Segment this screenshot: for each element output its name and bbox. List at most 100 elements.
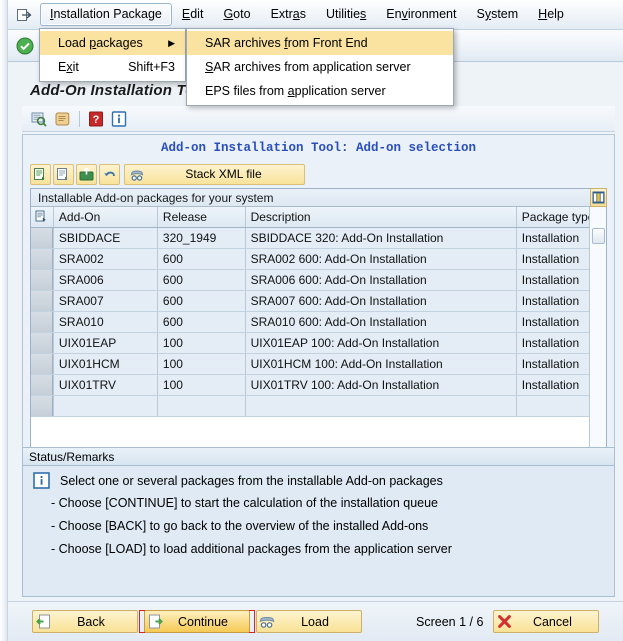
menu-extras[interactable]: Extras bbox=[261, 3, 316, 26]
column-header-addon[interactable]: Add-On bbox=[53, 207, 158, 228]
deselect-all-icon[interactable] bbox=[53, 163, 74, 185]
load-from-front-end-icon[interactable] bbox=[76, 163, 97, 185]
submenu-arrow-icon: ▶ bbox=[168, 37, 175, 48]
footer-button-bar: Back Continue Load Screen 1 / 6 Cancel bbox=[8, 601, 623, 641]
table-settings-icon[interactable] bbox=[590, 188, 607, 207]
screen-counter: Screen 1 / 6 bbox=[416, 614, 484, 629]
menu-system[interactable]: System bbox=[466, 3, 528, 26]
status-remarks-body: Select one or several packages from the … bbox=[23, 466, 614, 556]
status-remarks-panel: Status/Remarks Select one or several pac… bbox=[22, 447, 615, 597]
menu-label: nstallation Package bbox=[53, 7, 162, 21]
row-select-cell[interactable] bbox=[31, 353, 54, 375]
focus-bracket-left bbox=[139, 610, 145, 633]
table-row[interactable]: UIX01TRV 100 UIX01TRV 100: Add-On Installa… bbox=[31, 374, 606, 396]
menu-item-sar-app-server[interactable]: SAR archives from application server bbox=[187, 55, 453, 79]
cell-addon: UIX01HCM bbox=[53, 353, 158, 375]
cell-description: UIX01EAP 100: Add-On Installation bbox=[245, 332, 517, 354]
table-row[interactable]: SBIDDACE 320_1949 SBIDDACE 320: Add-On Ins… bbox=[31, 227, 606, 249]
cell-release: 600 bbox=[157, 311, 246, 333]
cell-addon: SRA002 bbox=[53, 248, 158, 270]
table-row[interactable]: SRA007 600 SRA007 600: Add-On Installation… bbox=[31, 290, 606, 312]
continue-label: Continue bbox=[177, 614, 229, 629]
page-title: Add-On Installation Tool bbox=[30, 82, 209, 99]
green-check-icon[interactable] bbox=[14, 35, 36, 57]
menu-installation-package[interactable]: Installation Package bbox=[40, 3, 172, 26]
cell-addon bbox=[53, 395, 158, 417]
cancel-label: Cancel bbox=[532, 614, 572, 629]
scroll-list-icon[interactable] bbox=[51, 108, 73, 130]
cell-description: UIX01TRV 100: Add-On Installation bbox=[245, 374, 517, 396]
load-label: Load bbox=[301, 614, 329, 629]
installation-package-menu: Load packages ▶ Exit Shift+F3 bbox=[39, 28, 186, 82]
grid-caption: Installable Add-on packages for your sys… bbox=[31, 189, 606, 207]
log-display-icon[interactable] bbox=[28, 108, 50, 130]
svg-text:?: ? bbox=[93, 114, 100, 126]
status-main-line: Select one or several packages from the … bbox=[23, 472, 614, 489]
row-select-cell[interactable] bbox=[31, 227, 54, 249]
undo-icon[interactable] bbox=[99, 163, 120, 185]
row-select-cell[interactable] bbox=[31, 290, 54, 312]
menu-item-eps-app-server[interactable]: EPS files from application server bbox=[187, 79, 453, 103]
table-row[interactable]: SRA006 600 SRA006 600: Add-On Installation… bbox=[31, 269, 606, 291]
help-red-icon[interactable]: ? bbox=[85, 108, 107, 130]
row-select-cell[interactable] bbox=[31, 269, 54, 291]
status-remarks-title: Status/Remarks bbox=[23, 448, 614, 466]
cell-addon: SRA010 bbox=[53, 311, 158, 333]
sap-gui-window: Installation Package Edit Goto Extras Ut… bbox=[0, 0, 623, 641]
cell-addon: UIX01TRV bbox=[53, 374, 158, 396]
menu-item-load-packages[interactable]: Load packages ▶ bbox=[40, 31, 185, 55]
stack-xml-file-button[interactable]: Stack XML file bbox=[124, 163, 305, 185]
column-header-description[interactable]: Description bbox=[245, 207, 517, 228]
cell-description: SRA007 600: Add-On Installation bbox=[245, 290, 517, 312]
addon-table: Add-On Release Description Package type … bbox=[31, 207, 606, 417]
stack-xml-icon bbox=[127, 167, 147, 182]
back-button[interactable]: Back bbox=[32, 610, 138, 633]
row-select-cell[interactable] bbox=[31, 311, 54, 333]
cancel-button[interactable]: Cancel bbox=[493, 610, 600, 633]
cell-addon: SBIDDACE bbox=[53, 227, 158, 249]
select-column-header[interactable] bbox=[31, 207, 54, 228]
cell-description: SRA010 600: Add-On Installation bbox=[245, 311, 517, 333]
focus-bracket-right bbox=[249, 610, 255, 633]
cell-release: 600 bbox=[157, 290, 246, 312]
back-page-icon bbox=[33, 614, 53, 629]
sap-system-menu-icon[interactable] bbox=[14, 4, 36, 26]
load-packages-submenu: SAR archives from Front End SAR archives… bbox=[186, 28, 454, 106]
table-row[interactable] bbox=[31, 395, 606, 417]
table-row[interactable]: SRA002 600 SRA002 600: Add-On Installation… bbox=[31, 248, 606, 270]
row-select-cell[interactable] bbox=[31, 332, 54, 354]
select-all-icon[interactable] bbox=[30, 163, 51, 185]
cell-description: SBIDDACE 320: Add-On Installation bbox=[245, 227, 517, 249]
info-blue-icon[interactable] bbox=[108, 108, 130, 130]
scrollbar-thumb[interactable] bbox=[592, 228, 605, 244]
cell-release: 100 bbox=[157, 374, 246, 396]
row-select-cell[interactable] bbox=[31, 374, 54, 396]
menu-utilities[interactable]: Utilities bbox=[316, 3, 376, 26]
menu-help[interactable]: Help bbox=[528, 3, 574, 26]
continue-button[interactable]: Continue bbox=[144, 610, 250, 633]
load-glasses-icon bbox=[257, 614, 277, 629]
status-main-text: Select one or several packages from the … bbox=[60, 473, 443, 488]
row-select-cell[interactable] bbox=[31, 395, 54, 417]
red-x-icon bbox=[494, 614, 514, 629]
cell-addon: SRA006 bbox=[53, 269, 158, 291]
cell-description: SRA002 600: Add-On Installation bbox=[245, 248, 517, 270]
load-button[interactable]: Load bbox=[256, 610, 362, 633]
cell-release: 100 bbox=[157, 353, 246, 375]
menu-edit[interactable]: Edit bbox=[172, 3, 214, 26]
menu-item-sar-front-end[interactable]: SAR archives from Front End bbox=[187, 31, 453, 55]
menu-goto[interactable]: Goto bbox=[213, 3, 260, 26]
menu-item-exit-shortcut: Shift+F3 bbox=[128, 60, 175, 74]
table-body: SBIDDACE 320_1949 SBIDDACE 320: Add-On Ins… bbox=[31, 227, 606, 417]
status-bullet-2: - Choose [BACK] to go back to the overvi… bbox=[51, 519, 429, 533]
stack-xml-label: Stack XML file bbox=[185, 167, 262, 181]
menu-environment[interactable]: Environment bbox=[376, 3, 466, 26]
table-row[interactable]: UIX01HCM 100 UIX01HCM 100: Add-On Installa… bbox=[31, 353, 606, 375]
row-select-cell[interactable] bbox=[31, 248, 54, 270]
column-header-release[interactable]: Release bbox=[157, 207, 246, 228]
cell-release: 600 bbox=[157, 248, 246, 270]
table-row[interactable]: SRA010 600 SRA010 600: Add-On Installation… bbox=[31, 311, 606, 333]
menu-item-exit[interactable]: Exit Shift+F3 bbox=[40, 55, 185, 79]
cell-description: UIX01HCM 100: Add-On Installation bbox=[245, 353, 517, 375]
table-row[interactable]: UIX01EAP 100 UIX01EAP 100: Add-On Installa… bbox=[31, 332, 606, 354]
